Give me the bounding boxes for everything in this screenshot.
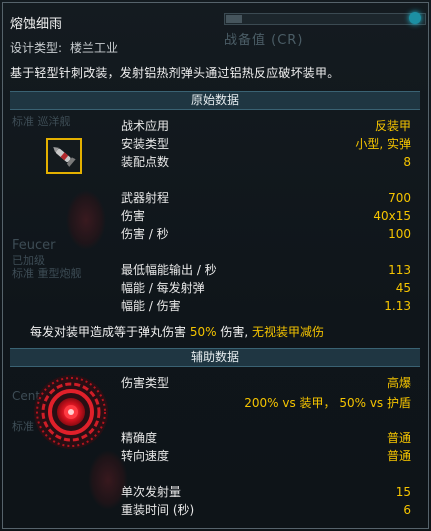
stat-value: 高爆 bbox=[386, 376, 411, 390]
stat-value: 1.13 bbox=[384, 299, 411, 313]
section-primary: 原始数据 bbox=[10, 91, 420, 110]
weapon-name: 熔蚀细雨 bbox=[10, 17, 63, 32]
stat-row: 精确度 普通 bbox=[121, 430, 411, 446]
weapon-icon-frame bbox=[46, 138, 82, 174]
high-explosive-icon bbox=[34, 375, 108, 449]
stat-row: 幅能 / 伤害 1.13 bbox=[121, 298, 411, 314]
stat-row: 伤害 40x15 bbox=[121, 208, 411, 224]
stat-row: 转向速度 普通 bbox=[121, 448, 411, 464]
note-prefix: 每发对装甲造成等于弹丸伤害 bbox=[30, 325, 187, 339]
stat-label: 战术应用 bbox=[121, 119, 170, 133]
stat-row: 装配点数 8 bbox=[121, 154, 411, 170]
stat-row: 幅能 / 每发射弹 45 bbox=[121, 280, 411, 296]
note-highlight: 无视装甲减伤 bbox=[252, 325, 325, 339]
stat-value: 8 bbox=[403, 155, 411, 169]
stat-value: 100 bbox=[388, 227, 411, 241]
design-type-value: 楼兰工业 bbox=[70, 41, 119, 55]
section-auxiliary: 辅助数据 bbox=[10, 348, 420, 367]
stat-label: 安装类型 bbox=[121, 137, 170, 151]
stat-row: 武器射程 700 bbox=[121, 190, 411, 206]
stat-value: 45 bbox=[395, 281, 411, 295]
stat-value: 40x15 bbox=[373, 209, 411, 223]
stat-row: 伤害 / 秒 100 bbox=[121, 226, 411, 242]
stat-label: 幅能 / 每发射弹 bbox=[121, 281, 205, 295]
stat-label: 重装时间 (秒) bbox=[121, 503, 195, 517]
stat-label: 转向速度 bbox=[121, 449, 170, 463]
stat-value: 普通 bbox=[386, 431, 411, 445]
stat-label: 伤害类型 bbox=[121, 376, 170, 390]
stat-value: 15 bbox=[395, 485, 411, 499]
stat-label: 精确度 bbox=[121, 431, 158, 445]
design-type: 设计类型: 楼兰工业 bbox=[10, 39, 118, 56]
stat-label: 武器射程 bbox=[121, 191, 170, 205]
stat-label: 装配点数 bbox=[121, 155, 170, 169]
armor-note: 每发对装甲造成等于弹丸伤害 50% 伤害, 无视装甲减伤 bbox=[30, 323, 324, 340]
stat-row: 安装类型 小型, 实弹 bbox=[121, 136, 411, 152]
design-type-label: 设计类型: bbox=[10, 41, 63, 55]
stat-value: 113 bbox=[388, 263, 411, 277]
stat-row: 战术应用 反装甲 bbox=[121, 118, 411, 134]
stat-value: 普通 bbox=[386, 449, 411, 463]
weapon-description: 基于轻型针刺改装，发射铝热剂弹头通过铝热反应破坏装甲。 bbox=[10, 66, 340, 80]
stat-label: 伤害 bbox=[121, 209, 146, 223]
stat-label: 单次发射量 bbox=[121, 485, 182, 499]
section-primary-title: 原始数据 bbox=[190, 93, 239, 107]
note-middle: 伤害, bbox=[220, 325, 249, 339]
stat-row: 最低幅能输出 / 秒 113 bbox=[121, 262, 411, 278]
stat-label: 伤害 / 秒 bbox=[121, 227, 169, 241]
missile-icon bbox=[53, 147, 76, 167]
stat-value: 700 bbox=[388, 191, 411, 205]
stat-value: 6 bbox=[403, 503, 411, 517]
stat-value: 200% vs 装甲， 50% vs 护盾 bbox=[244, 396, 411, 410]
stat-value: 反装甲 bbox=[374, 119, 411, 133]
note-percent: 50% bbox=[189, 325, 217, 339]
stat-label: 幅能 / 伤害 bbox=[121, 299, 181, 313]
stat-row: 伤害类型 高爆 bbox=[121, 375, 411, 391]
stat-label: 最低幅能输出 / 秒 bbox=[121, 263, 217, 277]
stat-row: 重装时间 (秒) 6 bbox=[121, 502, 411, 518]
section-auxiliary-title: 辅助数据 bbox=[190, 350, 239, 364]
stat-row: 200% vs 装甲， 50% vs 护盾 bbox=[121, 395, 411, 411]
stat-value: 小型, 实弹 bbox=[355, 137, 411, 151]
stat-row: 单次发射量 15 bbox=[121, 484, 411, 500]
